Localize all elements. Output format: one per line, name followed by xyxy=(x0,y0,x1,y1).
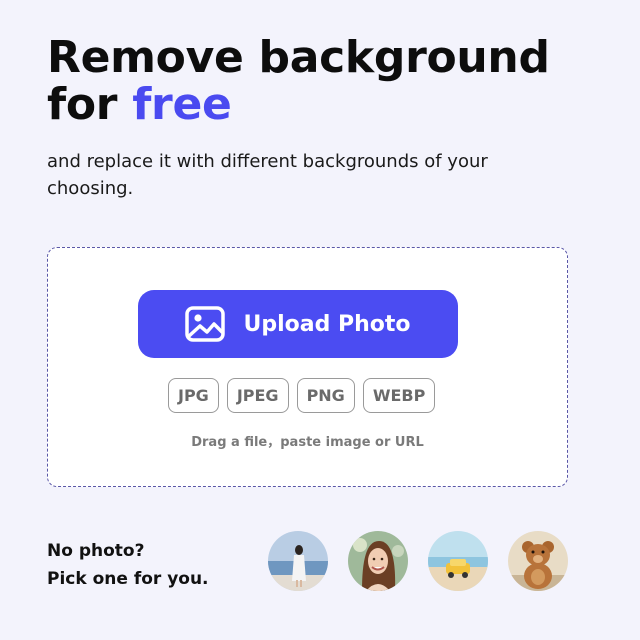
drag-hint: Drag a file，paste image or URL xyxy=(191,435,424,450)
sample-image-smiling-woman[interactable] xyxy=(348,531,408,591)
format-badge-jpeg: JPEG xyxy=(226,378,289,413)
sample-image-teddy-bear[interactable] xyxy=(508,531,568,591)
page-subtitle: and replace it with different background… xyxy=(47,151,488,199)
teddy-bear-thumbnail xyxy=(508,531,568,591)
title-line-2-prefix: for xyxy=(47,79,133,130)
image-icon xyxy=(185,306,226,342)
page-title: Remove background for free xyxy=(47,34,550,128)
page: Remove background for free and replace i… xyxy=(0,0,640,640)
format-badge-webp: WEBP xyxy=(362,378,436,413)
woman-on-beach-thumbnail xyxy=(268,531,328,591)
sample-images xyxy=(268,531,568,591)
sample-prompt-line-1: No photo? xyxy=(47,541,145,561)
smiling-woman-thumbnail xyxy=(348,531,408,591)
format-badge-png: PNG xyxy=(296,378,355,413)
toy-car-thumbnail xyxy=(428,531,488,591)
upload-dropzone[interactable]: Upload Photo JPG JPEG PNG WEBP Drag a fi… xyxy=(47,247,568,487)
supported-formats: JPG JPEG PNG WEBP xyxy=(168,378,436,413)
upload-photo-label: Upload Photo xyxy=(243,311,411,337)
title-accent-word: free xyxy=(132,79,232,130)
sample-image-toy-car[interactable] xyxy=(428,531,488,591)
sample-prompt-line-2: Pick one for you. xyxy=(47,569,209,589)
format-badge-jpg: JPG xyxy=(168,378,219,413)
title-line-1: Remove background xyxy=(47,32,550,83)
sample-image-woman-on-beach[interactable] xyxy=(268,531,328,591)
upload-photo-button[interactable]: Upload Photo xyxy=(138,290,458,358)
sample-prompt: No photo? Pick one for you. xyxy=(47,537,209,593)
